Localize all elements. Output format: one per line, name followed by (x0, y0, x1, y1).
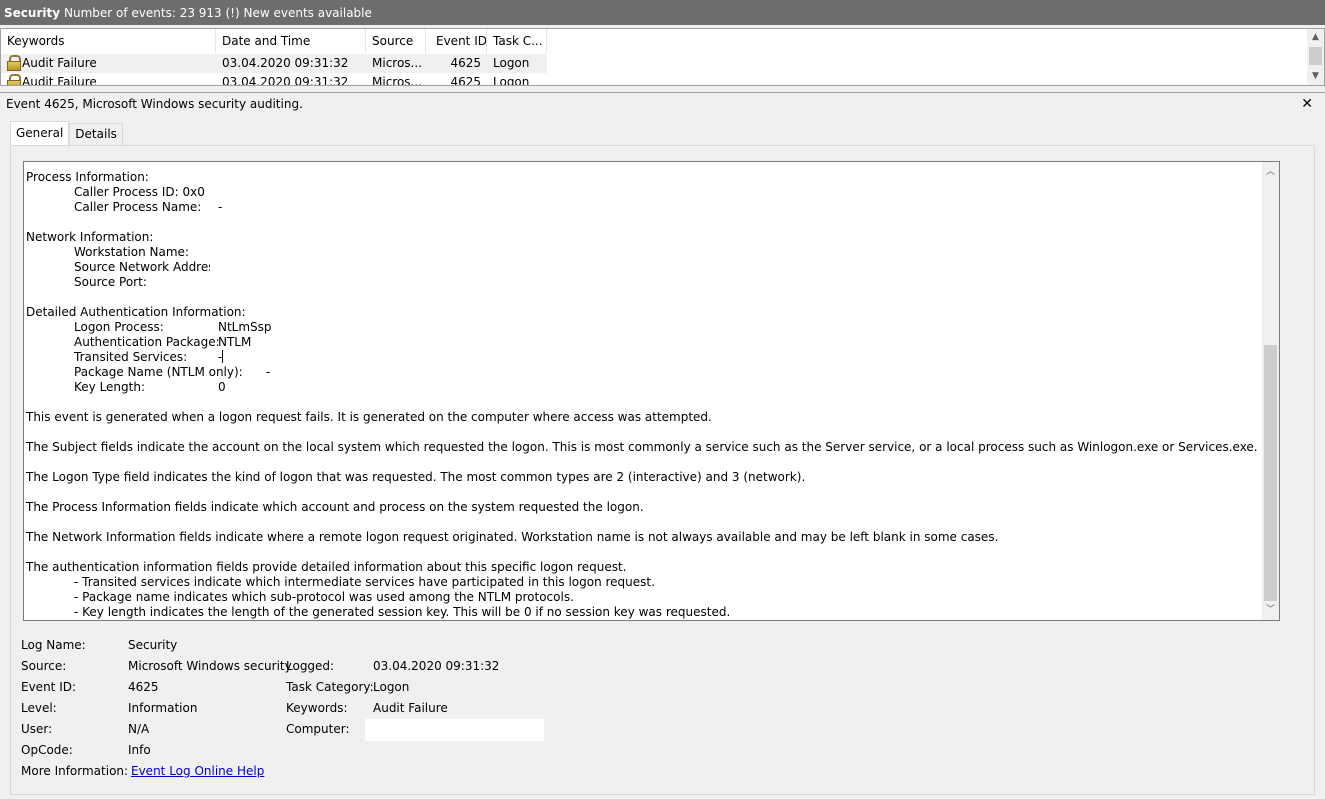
column-header-task-category[interactable]: Task C... (487, 29, 547, 53)
task-category-value: Logon (373, 680, 410, 694)
description-paragraph: The Subject fields indicate the account … (26, 440, 1258, 454)
logged-value: 03.04.2020 09:31:32 (373, 659, 500, 673)
keywords-label: Keywords: (286, 701, 348, 715)
key-length-line: Key Length: 0 (74, 380, 226, 394)
column-header-event-id[interactable]: Event ID (426, 29, 487, 53)
description-bullet: - Package name indicates which sub-proto… (74, 590, 574, 604)
detail-tabs: General Details (10, 121, 123, 145)
description-bullet: - Transited services indicate which inte… (74, 575, 655, 589)
tab-details[interactable]: Details (69, 123, 123, 145)
level-value: Information (128, 701, 198, 715)
opcode-value: Info (128, 743, 151, 757)
tab-general[interactable]: General (10, 121, 70, 145)
opcode-label: OpCode: (21, 743, 73, 757)
scroll-up-arrow-icon[interactable]: ▲ (1307, 29, 1324, 46)
row-source: Micros... (372, 75, 422, 86)
text-caret (222, 350, 224, 363)
close-icon[interactable]: ✕ (1301, 93, 1313, 115)
row-event-id: 4625 (450, 75, 481, 86)
log-header-bar: Security Number of events: 23 913 (!) Ne… (0, 0, 1325, 25)
event-detail-title-bar: Event 4625, Microsoft Windows security a… (0, 92, 1325, 114)
event-detail-title: Event 4625, Microsoft Windows security a… (6, 97, 303, 111)
user-value: N/A (128, 722, 150, 736)
event-id-value: 4625 (128, 680, 159, 694)
audit-failure-lock-icon (7, 55, 21, 71)
row-event-id: 4625 (450, 56, 481, 70)
row-task-category: Logon (493, 75, 530, 86)
event-list-scrollbar[interactable]: ▲ ▼ (1307, 29, 1324, 85)
row-source: Micros... (372, 56, 422, 70)
row-date-time: 03.04.2020 09:31:32 (222, 75, 349, 86)
scroll-up-arrow-icon[interactable]: ︿ (1262, 164, 1279, 181)
auth-info-heading: Detailed Authentication Information: (26, 305, 246, 319)
event-id-label: Event ID: (21, 680, 77, 694)
event-log-online-help-link[interactable]: Event Log Online Help (131, 763, 264, 779)
description-bullet: - Key length indicates the length of the… (74, 605, 731, 619)
user-label: User: (21, 722, 53, 736)
description-scroll-thumb[interactable] (1264, 345, 1277, 601)
level-label: Level: (21, 701, 57, 715)
row-date-time: 03.04.2020 09:31:32 (222, 56, 349, 70)
column-header-source[interactable]: Source (366, 29, 426, 53)
log-name-title: Security (4, 5, 61, 20)
description-paragraph: The Logon Type field indicates the kind … (26, 470, 806, 484)
process-info-heading: Process Information: (26, 170, 149, 184)
log-name-label: Log Name: (21, 638, 86, 652)
keywords-value: Audit Failure (373, 701, 448, 715)
event-description-box[interactable]: Process Information: Caller Process ID: … (23, 161, 1280, 621)
description-paragraph: This event is generated when a logon req… (26, 410, 712, 424)
redacted-computer-value (365, 719, 544, 741)
event-row[interactable]: Audit Failure 03.04.2020 09:31:32 Micros… (1, 54, 547, 73)
description-paragraph: The Process Information fields indicate … (26, 500, 644, 514)
event-count-status: Number of events: 23 913 (!) New events … (64, 5, 372, 20)
event-list-header: Keywords Date and Time Source Event ID T… (1, 29, 547, 53)
redacted-network-values (210, 234, 367, 284)
scroll-down-arrow-icon[interactable]: ▼ (1307, 68, 1324, 85)
source-value: Microsoft Windows security (128, 659, 292, 673)
logon-process-line: Logon Process: NtLmSsp (74, 320, 272, 334)
caller-process-name-line: Caller Process Name: - (74, 200, 223, 214)
event-row[interactable]: Audit Failure 03.04.2020 09:31:32 Micros… (1, 73, 547, 86)
scroll-down-arrow-icon[interactable]: ﹀ (1262, 602, 1279, 619)
more-information-label: More Information: (21, 764, 129, 778)
logged-label: Logged: (286, 659, 335, 673)
log-name-value: Security (128, 638, 178, 652)
task-category-label: Task Category: (286, 680, 374, 694)
description-paragraph: The Network Information fields indicate … (26, 530, 999, 544)
description-paragraph: The authentication information fields pr… (26, 560, 627, 574)
event-list-scroll-thumb[interactable] (1309, 47, 1322, 65)
row-keywords: Audit Failure (22, 56, 97, 70)
description-scrollbar[interactable]: ︿ ﹀ (1262, 162, 1279, 620)
event-list[interactable]: Keywords Date and Time Source Event ID T… (0, 28, 1325, 86)
audit-failure-lock-icon (7, 74, 21, 85)
caller-process-id-line: Caller Process ID: 0x0 (74, 185, 205, 199)
auth-package-line: Authentication Package: NTLM (74, 335, 252, 349)
row-keywords: Audit Failure (22, 75, 97, 86)
column-header-keywords[interactable]: Keywords (1, 29, 216, 53)
source-label: Source: (21, 659, 67, 673)
package-name-line: Package Name (NTLM only): - (74, 365, 271, 379)
transited-services-line: Transited Services: - (74, 350, 224, 364)
column-header-date-time[interactable]: Date and Time (216, 29, 366, 53)
computer-label: Computer: (286, 722, 350, 736)
row-task-category: Logon (493, 56, 530, 70)
